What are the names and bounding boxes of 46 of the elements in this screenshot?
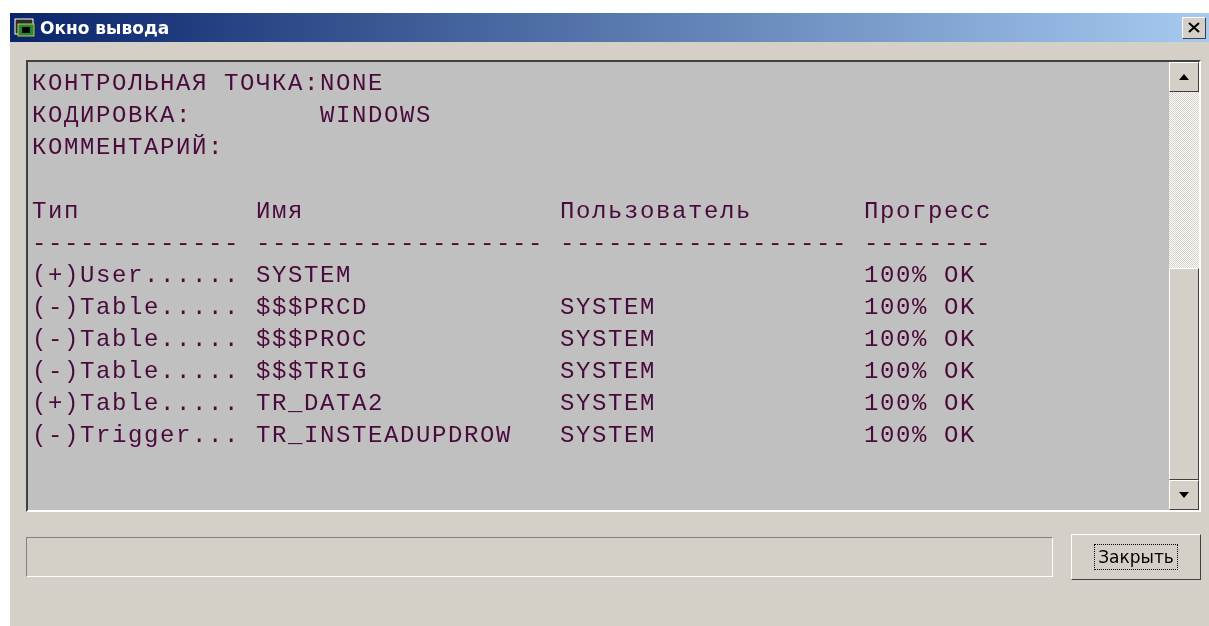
table-cell-text: 100% OK (864, 261, 978, 291)
table-cell-text: SYSTEM (560, 325, 657, 355)
table-cell-text: $$$PROC (256, 325, 370, 355)
window-icon (14, 17, 36, 38)
table-cell-text: $$$PRCD (256, 293, 370, 323)
scroll-up-button[interactable] (1169, 62, 1199, 92)
table-cell-text: (-)Trigger... (32, 421, 242, 451)
up-triangle-icon (1179, 74, 1189, 80)
table-cell-text: (+)Table..... (32, 389, 242, 419)
heading-rule: ------------- (32, 229, 242, 259)
table-cell-text: SYSTEM (560, 293, 657, 323)
close-icon (1188, 22, 1200, 33)
table-cell-text: SYSTEM (560, 389, 657, 419)
output-line: КОДИРОВКА: WINDOWS (32, 101, 434, 131)
table-cell-text: 100% OK (864, 325, 978, 355)
output-line: КОММЕНТАРИЙ: (32, 133, 226, 163)
heading-rule: ------------------ (560, 229, 850, 259)
column-heading: Тип (32, 197, 81, 227)
close-dialog-button[interactable]: Закрыть (1071, 534, 1201, 580)
output-text-area[interactable] (26, 60, 1201, 512)
table-cell-text: $$$TRIG (256, 357, 370, 387)
table-cell-text: (-)Table..... (32, 357, 242, 387)
window-title: Окно вывода (40, 17, 171, 38)
table-cell-text: 100% OK (864, 357, 978, 387)
down-triangle-icon (1179, 492, 1189, 498)
vertical-scrollbar[interactable] (1169, 62, 1199, 510)
table-cell-text: SYSTEM (256, 261, 353, 291)
heading-rule: ------------------ (256, 229, 546, 259)
column-heading: Имя (256, 197, 305, 227)
scroll-down-button[interactable] (1169, 480, 1199, 510)
output-line: КОНТРОЛЬНАЯ ТОЧКА:NONE (32, 69, 386, 99)
table-cell-text: SYSTEM (560, 357, 657, 387)
table-cell-text: TR_DATA2 (256, 389, 386, 419)
table-cell-text: 100% OK (864, 421, 978, 451)
table-cell-text: TR_INSTEADUPDROW (256, 421, 514, 451)
column-heading: Пользователь (560, 197, 754, 227)
table-cell-text: SYSTEM (560, 421, 657, 451)
table-cell-text: (+)User...... (32, 261, 242, 291)
scroll-thumb[interactable] (1169, 268, 1199, 480)
table-cell-text: 100% OK (864, 293, 978, 323)
table-cell-text: 100% OK (864, 389, 978, 419)
table-cell-text: (-)Table..... (32, 325, 242, 355)
heading-rule: -------- (864, 229, 994, 259)
close-button[interactable] (1182, 16, 1206, 39)
table-cell-text: (-)Table..... (32, 293, 242, 323)
column-heading: Прогресс (864, 197, 994, 227)
